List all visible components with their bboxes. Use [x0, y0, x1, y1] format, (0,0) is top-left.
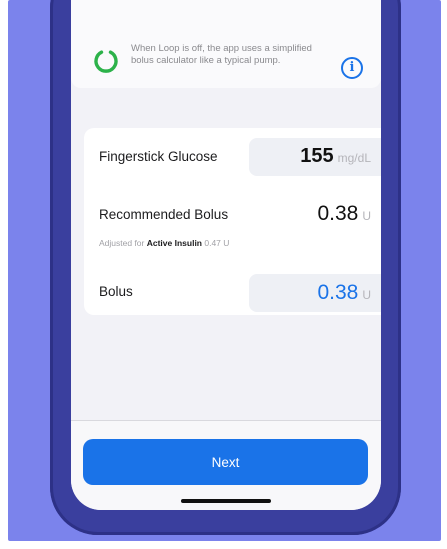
recommended-bolus-unit: U — [362, 209, 371, 223]
bolus-label: Bolus — [99, 284, 133, 299]
recommended-bolus-value: 0.38 — [317, 202, 359, 225]
glucose-unit: mg/dL — [337, 151, 371, 165]
adjust-prefix: Adjusted for — [99, 238, 147, 248]
home-indicator — [181, 499, 271, 503]
fingerstick-glucose-label: Fingerstick Glucose — [99, 149, 218, 164]
active-insulin-note: Adjusted for Active Insulin 0.47 U — [99, 238, 229, 248]
app-screen: When Loop is off, the app uses a simplif… — [71, 0, 381, 510]
recommended-bolus-display: 0.38 U — [317, 202, 371, 226]
footer-bar: Next — [71, 420, 381, 510]
next-button[interactable]: Next — [83, 439, 368, 485]
info-icon[interactable]: i — [341, 57, 363, 79]
bolus-value: 0.38 — [317, 281, 359, 304]
bolus-entry-field[interactable]: 0.38 U — [249, 274, 381, 312]
background-panel: When Loop is off, the app uses a simplif… — [8, 0, 441, 541]
recommended-bolus-label: Recommended Bolus — [99, 207, 229, 222]
active-insulin-value: 0.47 U — [202, 238, 230, 248]
active-insulin-label: Active Insulin — [146, 238, 202, 248]
bolus-card: Fingerstick Glucose 155 mg/dL Recommended… — [84, 128, 381, 315]
notice-text: When Loop is off, the app uses a simplif… — [131, 43, 312, 66]
loop-off-notice: When Loop is off, the app uses a simplif… — [71, 0, 381, 88]
fingerstick-glucose-field[interactable]: 155 mg/dL — [249, 138, 381, 176]
fingerstick-glucose-value: 155 — [300, 145, 334, 167]
loop-ring-icon — [94, 50, 118, 73]
bolus-unit: U — [362, 288, 371, 302]
